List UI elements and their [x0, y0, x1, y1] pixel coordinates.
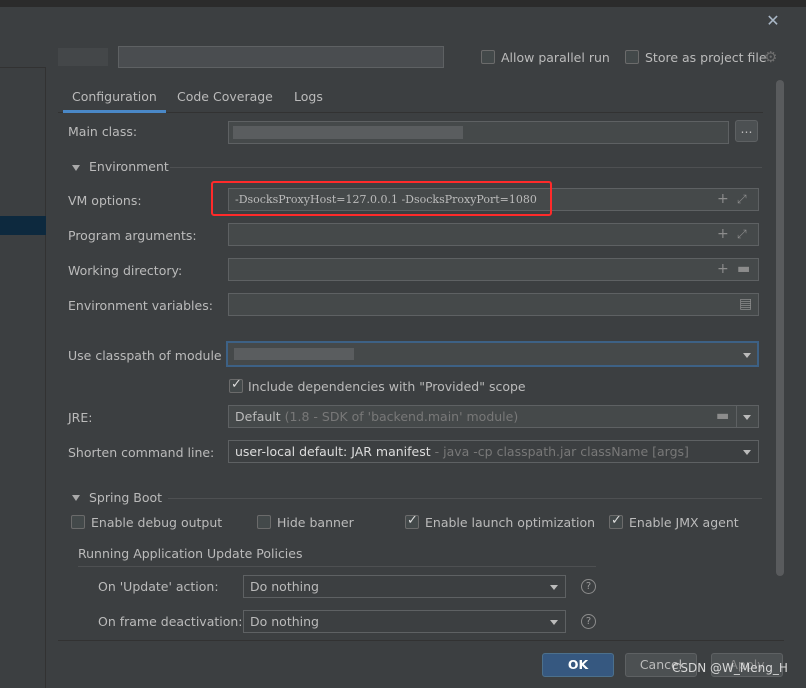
folder-icon[interactable]: ▬ [737, 262, 750, 276]
add-icon[interactable]: + [717, 262, 729, 276]
highlight-box [211, 181, 552, 216]
spring-boot-section-title[interactable]: Spring Boot [89, 490, 162, 505]
environment-section-title[interactable]: Environment [89, 159, 169, 174]
expand-icon[interactable]: ⤢ [737, 227, 747, 241]
on-frame-deactivation-label: On frame deactivation: [98, 614, 243, 629]
document-icon[interactable]: ▤ [739, 297, 752, 311]
enable-debug-output-label: Enable debug output [91, 515, 223, 530]
section-divider [168, 498, 762, 499]
policies-divider [78, 566, 596, 567]
on-update-value: Do nothing [250, 579, 319, 594]
update-policies-title: Running Application Update Policies [78, 546, 303, 561]
title-bar [0, 0, 806, 7]
tab-bar: Configuration Code Coverage Logs [58, 84, 763, 113]
add-icon[interactable]: + [717, 192, 729, 206]
shorten-command-line-dropdown[interactable]: user-local default: JAR manifest - java … [228, 440, 759, 463]
working-directory-label: Working directory: [68, 263, 183, 278]
selected-tree-item[interactable] [0, 216, 46, 235]
allow-parallel-run-checkbox[interactable] [481, 50, 495, 64]
store-as-project-file-checkbox[interactable] [625, 50, 639, 64]
allow-parallel-run-label: Allow parallel run [501, 50, 610, 65]
enable-jmx-agent-checkbox[interactable] [609, 513, 623, 529]
jre-value: Default (1.8 - SDK of 'backend.main' mod… [235, 409, 519, 424]
tab-code-coverage[interactable]: Code Coverage [177, 87, 273, 113]
environment-variables-field[interactable]: ▤ [228, 293, 759, 316]
ok-button[interactable]: OK [542, 653, 614, 677]
section-divider [170, 167, 762, 168]
tab-logs[interactable]: Logs [294, 87, 323, 113]
module-value-blurred [234, 348, 354, 360]
configuration-name-field[interactable] [118, 46, 444, 68]
tab-configuration[interactable]: Configuration [63, 87, 166, 113]
program-arguments-label: Program arguments: [68, 228, 197, 243]
shorten-command-line-label: Shorten command line: [68, 445, 215, 460]
folder-icon[interactable]: ▬ [716, 409, 729, 423]
enable-launch-optimization-checkbox[interactable] [405, 513, 419, 529]
hide-banner-checkbox[interactable] [257, 515, 271, 529]
on-update-dropdown[interactable]: Do nothing [243, 575, 566, 598]
vertical-scrollbar[interactable] [776, 80, 784, 576]
jre-label: JRE: [68, 410, 93, 425]
on-frame-deactivation-dropdown[interactable]: Do nothing [243, 610, 566, 633]
classpath-module-dropdown[interactable] [226, 341, 759, 367]
expand-icon[interactable]: ⤢ [737, 192, 747, 206]
on-frame-value: Do nothing [250, 614, 319, 629]
watermark: CSDN @W_Meng_H [672, 661, 788, 675]
help-icon[interactable]: ? [581, 579, 596, 594]
main-class-field[interactable] [228, 121, 729, 144]
chevron-down-icon[interactable] [72, 495, 80, 501]
configuration-tree-pane[interactable] [0, 67, 46, 688]
chevron-down-icon [550, 620, 558, 625]
working-directory-field[interactable]: + ▬ [228, 258, 759, 281]
close-icon[interactable]: ✕ [764, 12, 782, 30]
hide-banner-label: Hide banner [277, 515, 354, 530]
jre-dropdown[interactable]: Default (1.8 - SDK of 'backend.main' mod… [228, 405, 759, 428]
on-update-label: On 'Update' action: [98, 579, 219, 594]
vm-options-label: VM options: [68, 193, 142, 208]
program-arguments-field[interactable]: + ⤢ [228, 223, 759, 246]
chevron-down-icon [743, 450, 751, 455]
gear-icon[interactable]: ⚙ [764, 49, 780, 65]
main-class-label: Main class: [68, 124, 138, 139]
enable-jmx-agent-label: Enable JMX agent [629, 515, 739, 530]
chevron-down-icon [743, 353, 751, 358]
help-icon[interactable]: ? [581, 614, 596, 629]
add-icon[interactable]: + [717, 227, 729, 241]
chevron-down-icon [550, 585, 558, 590]
enable-launch-optimization-label: Enable launch optimization [425, 515, 596, 530]
main-class-value-blurred [233, 126, 463, 139]
shorten-value: user-local default: JAR manifest - java … [235, 444, 689, 459]
environment-variables-label: Environment variables: [68, 298, 213, 313]
name-label-blurred [58, 48, 108, 66]
include-provided-checkbox[interactable] [229, 377, 243, 393]
enable-debug-output-checkbox[interactable] [71, 515, 85, 529]
chevron-down-icon[interactable] [743, 415, 751, 420]
include-provided-label: Include dependencies with "Provided" sco… [248, 379, 526, 394]
classpath-label: Use classpath of module [68, 348, 222, 363]
chevron-down-icon[interactable] [72, 165, 80, 171]
footer-divider [58, 640, 784, 641]
browse-main-class-button[interactable]: ... [735, 120, 758, 142]
store-as-project-file-label: Store as project file [645, 50, 767, 65]
